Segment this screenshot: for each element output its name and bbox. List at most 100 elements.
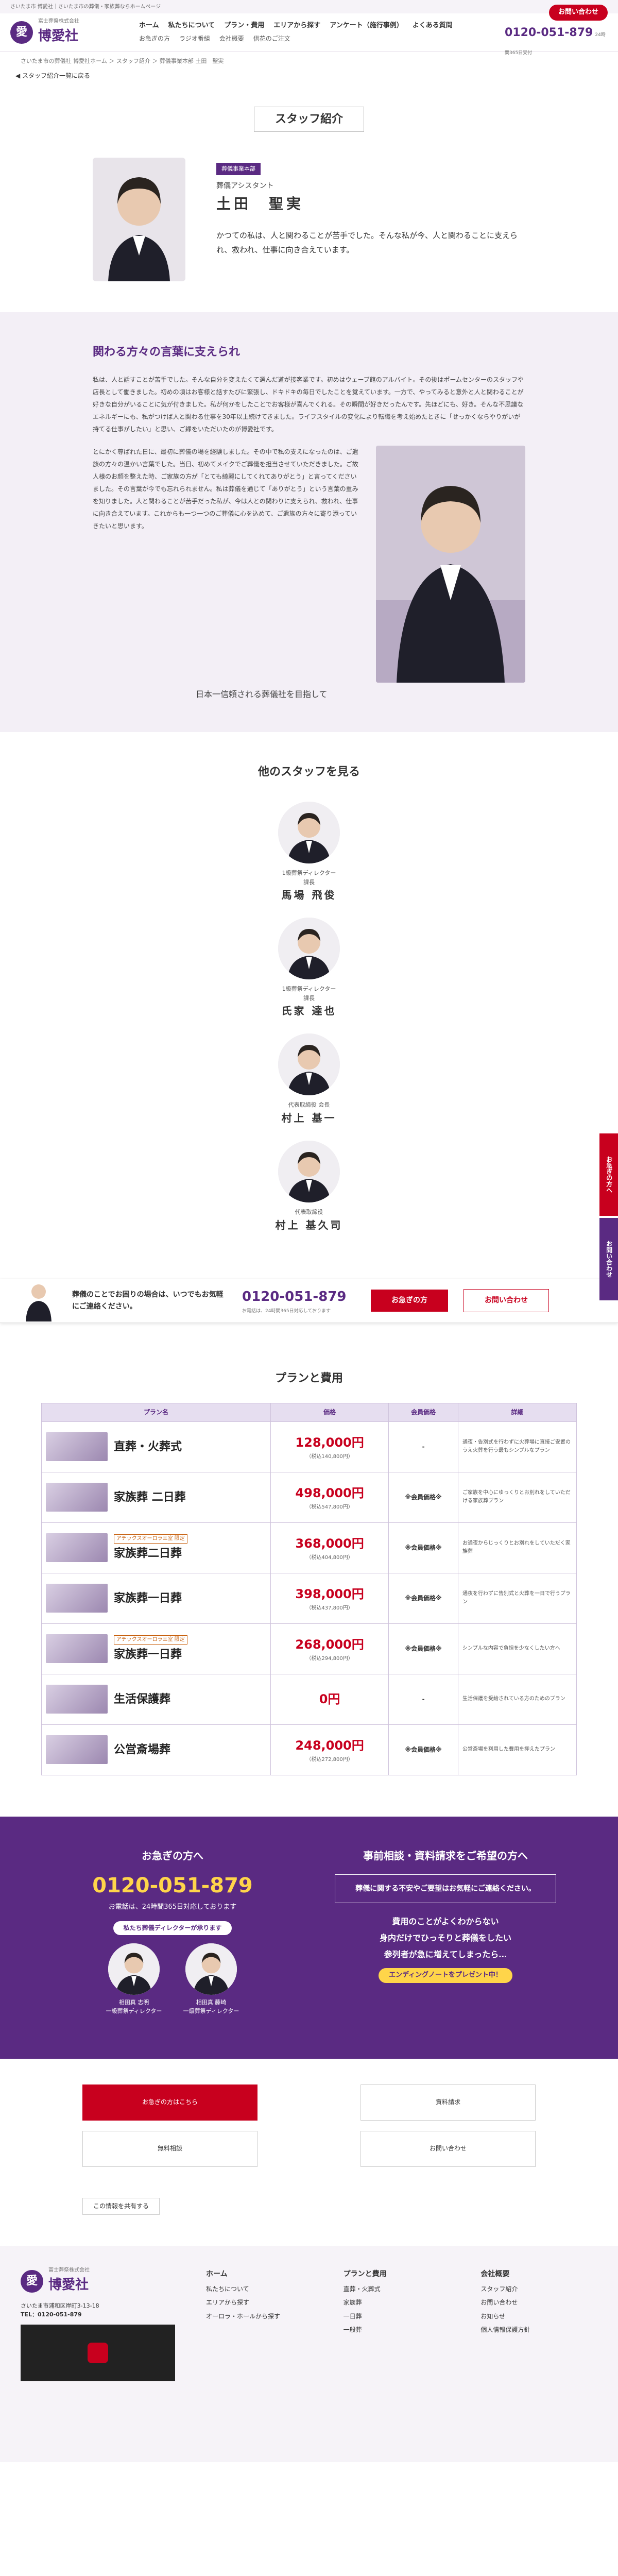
nav-item-5[interactable]: よくある質問 (413, 21, 453, 31)
nav-item-2[interactable]: プラン・費用 (224, 21, 264, 31)
footer-link[interactable]: オーロラ・ホールから探す (206, 2310, 323, 2323)
plan-table: プラン名 価格 会員価格 詳細 直葬・火葬式 128,000円 （税込140,800円） -… (41, 1402, 577, 1775)
plan-row[interactable]: 直葬・火葬式 128,000円 （税込140,800円） - 通夜・告別式を行わずに火葬… (41, 1421, 577, 1472)
director-role: 一級葬祭ディレクター (106, 2008, 162, 2015)
logo-name: 博愛社 (38, 28, 79, 44)
footer-logo[interactable]: 愛 富士葬祭株式会社 博愛社 (21, 2266, 149, 2296)
side-tab-contact[interactable]: お問い合わせ (599, 1218, 618, 1300)
plan-image (46, 1432, 108, 1462)
footer-link[interactable]: 直葬・火葬式 (344, 2282, 460, 2296)
plan-image (46, 1584, 108, 1613)
footer-link[interactable]: 会社概要 (480, 2266, 597, 2282)
plan-name-cell: 家族葬 二日葬 (41, 1471, 271, 1523)
staff-thumb (278, 918, 340, 980)
plan-name: 公営斎場葬 (114, 1743, 171, 1756)
site-logo[interactable]: 愛 富士葬祭株式会社 博愛社 (10, 18, 139, 47)
main-nav: ホーム 私たちについて プラン・費用 エリアから探す アンケート（施行事例） よくある質問… (139, 21, 505, 44)
subnav-item-1[interactable]: ラジオ番組 (179, 34, 210, 44)
plan-detail: 公営斎場を利用した費用を抑えたプラン (458, 1724, 577, 1775)
nav-item-0[interactable]: ホーム (139, 21, 159, 31)
staff-thumb (278, 801, 340, 863)
plan-price-tax: （税込294,800円） (306, 1655, 353, 1662)
plan-image (46, 1634, 108, 1664)
staff-name: 村上 基一 (281, 1111, 337, 1124)
staff-photo (93, 157, 185, 281)
staff-card[interactable]: 1級葬祭ディレクター 課長 氏家 達也 (232, 918, 386, 1019)
subnav-item-3[interactable]: 供花のご注文 (253, 34, 290, 44)
back-to-list-link[interactable]: ◀ スタッフ紹介一覧に戻る (0, 71, 618, 91)
staff-thumb (278, 1140, 340, 1202)
staff-role: 代表取締役 (295, 1208, 323, 1215)
plan-name-cell: 家族葬一日葬 (41, 1572, 271, 1624)
staff-card[interactable]: 代表取締役 会長 村上 基一 (232, 1033, 386, 1126)
footer-link[interactable]: 一般葬 (344, 2323, 460, 2336)
plan-detail: お通夜からじっくりとお別れをしていただく家族葬 (458, 1522, 577, 1573)
footer-link[interactable]: エリアから探す (206, 2296, 323, 2309)
footer-link[interactable]: お知らせ (480, 2310, 597, 2323)
plan-tag: アチックスオーロラ三室 限定 (114, 1534, 187, 1544)
plan-name-cell: アチックスオーロラ三室 限定 家族葬一日葬 (41, 1623, 271, 1674)
footer-link[interactable]: お問い合わせ (480, 2296, 597, 2309)
cta-message: 葬儀のことでお困りの場合は、いつでもお気軽にご連絡ください。 (72, 1291, 224, 1311)
plan-row[interactable]: アチックスオーロラ三室 限定 家族葬二日葬 368,000円 （税込404,800円）… (41, 1522, 577, 1573)
plan-row[interactable]: 家族葬 二日葬 498,000円 （税込547,800円） ※会員価格※ ご家族を中心に… (41, 1471, 577, 1523)
footer-link[interactable]: スタッフ紹介 (480, 2282, 597, 2296)
plan-row[interactable]: 公営斎場葬 248,000円 （税込272,800円） ※会員価格※ 公営斎場を利用した… (41, 1724, 577, 1775)
staff-card[interactable]: 代表取締役村上 基久司 (232, 1140, 386, 1233)
director-photo (108, 1943, 160, 1995)
plan-name: 家族葬一日葬 (114, 1648, 182, 1661)
plans-heading: プランと費用 (274, 1371, 343, 1385)
link-contact[interactable]: お問い合わせ (360, 2130, 536, 2167)
cta-contact-button[interactable]: お問い合わせ (464, 1289, 549, 1312)
nav-item-4[interactable]: アンケート（施行事例） (330, 21, 403, 31)
footer-link[interactable]: 個人情報保護方針 (480, 2323, 597, 2336)
footer-link[interactable]: 家族葬 (344, 2296, 460, 2309)
link-document[interactable]: 資料請求 (360, 2084, 536, 2121)
nav-item-1[interactable]: 私たちについて (168, 21, 215, 31)
nav-item-3[interactable]: エリアから探す (273, 21, 320, 31)
link-urgent[interactable]: お急ぎの方はこちら (82, 2084, 258, 2121)
subnav-item-2[interactable]: 会社概要 (219, 34, 244, 44)
cta-tel[interactable]: 0120-051-879 お電話は、24時間365日対応しております (242, 1286, 355, 1315)
director-pill: 私たち葬儀ディレクターが承ります (113, 1921, 232, 1935)
cta-urgent-button[interactable]: お急ぎの方 (371, 1290, 448, 1312)
profile-section: 葬儀事業本部 葬儀アシスタント 土田 聖実 かつての私は、人と関わることが苦手で… (0, 142, 618, 312)
video-thumbnail[interactable] (21, 2324, 175, 2381)
plan-col-header: 会員価格 (388, 1402, 458, 1422)
footer-tel[interactable]: TEL：0120-051-879 (21, 2310, 185, 2319)
staff-role: 1級葬祭ディレクター 課長 (282, 986, 336, 1002)
link-consult[interactable]: 無料相談 (82, 2130, 258, 2167)
plan-price: 248,000円 （税込272,800円） (270, 1724, 389, 1775)
plan-row[interactable]: 家族葬一日葬 398,000円 （税込437,800円） ※会員価格※ 通夜を行わずに告… (41, 1572, 577, 1624)
staff-card[interactable]: 1級葬祭ディレクター 課長 馬場 飛俊 (232, 801, 386, 903)
side-tab-urgent[interactable]: お急ぎの方へ (599, 1133, 618, 1216)
ending-note-button[interactable]: エンディングノートをプレゼント中！ (379, 1968, 512, 1984)
plan-member-price: ※会員価格※ (388, 1724, 458, 1775)
site-footer: 愛 富士葬祭株式会社 博愛社 さいたま市浦和区岸町3-13-18 TEL：0120… (0, 2246, 618, 2463)
plan-row[interactable]: 生活保護葬 0円 - 生活保護を受給されている方のためのプラン (41, 1673, 577, 1725)
consult-heading: 事前相談・資料請求をご希望の方へ (363, 1849, 528, 1862)
plan-col-header: 価格 (270, 1402, 389, 1422)
footer-link[interactable]: プランと費用 (344, 2266, 460, 2282)
consult-item: 身内だけでひっそりと葬儀をしたい (379, 1933, 511, 1943)
urgent-tel-sub: お電話は、24時間365日対応しております (108, 1903, 237, 1911)
director-card: 相田真 志明 一級葬祭ディレクター (106, 1943, 162, 2016)
staff-name: 村上 基久司 (275, 1218, 343, 1231)
footer-link[interactable]: 一日葬 (344, 2310, 460, 2323)
plan-row[interactable]: アチックスオーロラ三室 限定 家族葬一日葬 268,000円 （税込294,800円）… (41, 1623, 577, 1674)
cta-person-icon (21, 1280, 57, 1321)
plan-name-cell: 公営斎場葬 (41, 1724, 271, 1775)
contact-band: お急ぎの方へ 0120-051-879 お電話は、24時間365日対応しておりま… (0, 1816, 618, 2059)
plan-name: 家族葬 二日葬 (114, 1490, 186, 1504)
header-contact-button[interactable]: お問い合わせ (548, 4, 608, 21)
header-tel[interactable]: 0120-051-879 24時間365日受付 (505, 24, 608, 60)
urgent-tel[interactable]: 0120-051-879 (52, 1869, 294, 1902)
footer-link[interactable]: ホーム (206, 2266, 323, 2282)
plan-name: 家族葬一日葬 (114, 1591, 182, 1605)
staff-quote: かつての私は、人と関わることが苦手でした。そんな私が今、人と関わることに支えられ… (216, 230, 518, 255)
plan-price: 368,000円 （税込404,800円） (270, 1522, 389, 1573)
subnav-item-0[interactable]: お急ぎの方 (139, 34, 170, 44)
urgent-heading: お急ぎの方へ (142, 1849, 203, 1862)
footer-link[interactable]: 私たちについて (206, 2282, 323, 2296)
staff-name: 馬場 飛俊 (281, 889, 337, 902)
